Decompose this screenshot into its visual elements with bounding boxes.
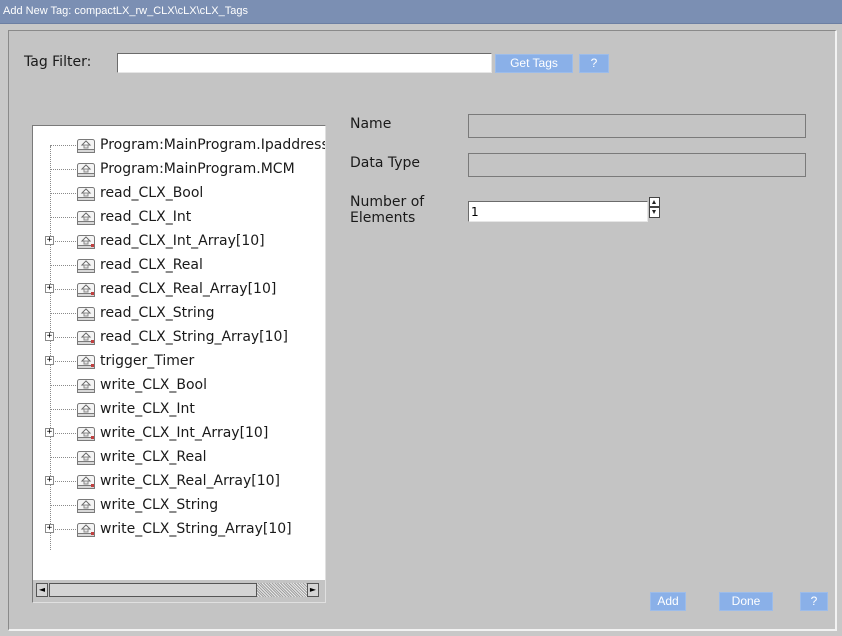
add-tag-dialog: Tag Filter: Get Tags ? Program:MainProgr… (8, 30, 837, 631)
tree-item-label: write_CLX_String_Array[10] (100, 521, 292, 537)
tree-item[interactable]: Program:MainProgram.MCM (33, 158, 325, 182)
tree-item-label: read_CLX_String_Array[10] (100, 329, 288, 345)
tag-filter-input[interactable] (117, 53, 492, 73)
tree-item-label: write_CLX_Bool (100, 377, 207, 393)
tag-icon (77, 451, 95, 465)
scroll-track[interactable] (257, 583, 307, 597)
tag-filter-label: Tag Filter: (24, 54, 92, 70)
tree-item-label: write_CLX_Int_Array[10] (100, 425, 269, 441)
add-button[interactable]: Add (650, 592, 686, 611)
tree-item[interactable]: + read_CLX_Int_Array[10] (33, 230, 325, 254)
tag-tree-list: Program:MainProgram.Ipaddress Program:Mai… (33, 126, 325, 580)
expand-plus-icon[interactable]: + (45, 524, 54, 533)
tree-item-label: write_CLX_Real (100, 449, 207, 465)
tree-item-label: read_CLX_Bool (100, 185, 204, 201)
spin-up-button[interactable] (650, 198, 659, 207)
tag-icon (77, 283, 95, 297)
tag-icon (77, 163, 95, 177)
name-field[interactable] (468, 114, 806, 138)
scroll-left-button[interactable]: ◄ (36, 583, 48, 597)
tree-item-label: read_CLX_String (100, 305, 215, 321)
name-label: Name (350, 116, 392, 132)
help-button[interactable]: ? (800, 592, 828, 611)
tree-item[interactable]: + read_CLX_Real_Array[10] (33, 278, 325, 302)
number-of-elements-label-line1: Number of (350, 194, 425, 210)
tag-icon (77, 379, 95, 393)
tree-item-label: Program:MainProgram.MCM (100, 161, 295, 177)
tag-icon (77, 355, 95, 369)
expand-plus-icon[interactable]: + (45, 236, 54, 245)
tree-item[interactable]: + trigger_Timer (33, 350, 325, 374)
expand-plus-icon[interactable]: + (45, 476, 54, 485)
tag-icon (77, 235, 95, 249)
get-tags-button[interactable]: Get Tags (495, 54, 573, 73)
tree-item-label: write_CLX_Int (100, 401, 195, 417)
tree-item[interactable]: + write_CLX_Real_Array[10] (33, 470, 325, 494)
tag-icon (77, 499, 95, 513)
tree-item-label: read_CLX_Int_Array[10] (100, 233, 265, 249)
done-button[interactable]: Done (719, 592, 773, 611)
tree-item[interactable]: read_CLX_Int (33, 206, 325, 230)
tag-tree[interactable]: Program:MainProgram.Ipaddress Program:Mai… (32, 125, 326, 603)
tree-item[interactable]: read_CLX_String (33, 302, 325, 326)
number-of-elements-spinner[interactable] (649, 197, 660, 218)
window-title: Add New Tag: compactLX_rw_CLX\cLX\cLX_Ta… (0, 0, 842, 24)
tag-icon (77, 475, 95, 489)
tag-icon (77, 331, 95, 345)
scroll-thumb[interactable] (49, 583, 257, 597)
tag-icon (77, 307, 95, 321)
scroll-right-button[interactable]: ► (307, 583, 319, 597)
expand-plus-icon[interactable]: + (45, 284, 54, 293)
tag-icon (77, 403, 95, 417)
expand-plus-icon[interactable]: + (45, 428, 54, 437)
tree-item[interactable]: + write_CLX_String_Array[10] (33, 518, 325, 542)
tree-horizontal-scrollbar[interactable]: ◄ ► (33, 580, 325, 602)
tag-icon (77, 211, 95, 225)
tree-item-label: Program:MainProgram.Ipaddress (100, 137, 325, 153)
data-type-field[interactable] (468, 153, 806, 177)
tree-item[interactable]: write_CLX_Real (33, 446, 325, 470)
tree-item[interactable]: read_CLX_Real (33, 254, 325, 278)
expand-plus-icon[interactable]: + (45, 332, 54, 341)
spin-down-button[interactable] (650, 207, 659, 216)
tree-item-label: read_CLX_Real (100, 257, 203, 273)
filter-help-button[interactable]: ? (579, 54, 609, 73)
tag-icon (77, 187, 95, 201)
tree-item[interactable]: Program:MainProgram.Ipaddress (33, 134, 325, 158)
tree-item[interactable]: write_CLX_Bool (33, 374, 325, 398)
tag-icon (77, 523, 95, 537)
tag-icon (77, 259, 95, 273)
expand-plus-icon[interactable]: + (45, 356, 54, 365)
tree-item-label: write_CLX_String (100, 497, 219, 513)
tree-item-label: write_CLX_Real_Array[10] (100, 473, 280, 489)
tree-item[interactable]: read_CLX_Bool (33, 182, 325, 206)
tree-item[interactable]: write_CLX_String (33, 494, 325, 518)
caret-down-icon (652, 210, 656, 214)
tree-item-label: read_CLX_Int (100, 209, 192, 225)
number-of-elements-input[interactable] (468, 201, 648, 222)
number-of-elements-label-line2: Elements (350, 210, 416, 226)
tree-item[interactable]: write_CLX_Int (33, 398, 325, 422)
tag-icon (77, 427, 95, 441)
data-type-label: Data Type (350, 155, 421, 171)
tree-item[interactable]: + write_CLX_Int_Array[10] (33, 422, 325, 446)
tree-item-label: trigger_Timer (100, 353, 195, 369)
tree-item-label: read_CLX_Real_Array[10] (100, 281, 277, 297)
caret-up-icon (652, 200, 656, 204)
tree-item[interactable]: + read_CLX_String_Array[10] (33, 326, 325, 350)
tag-icon (77, 139, 95, 153)
